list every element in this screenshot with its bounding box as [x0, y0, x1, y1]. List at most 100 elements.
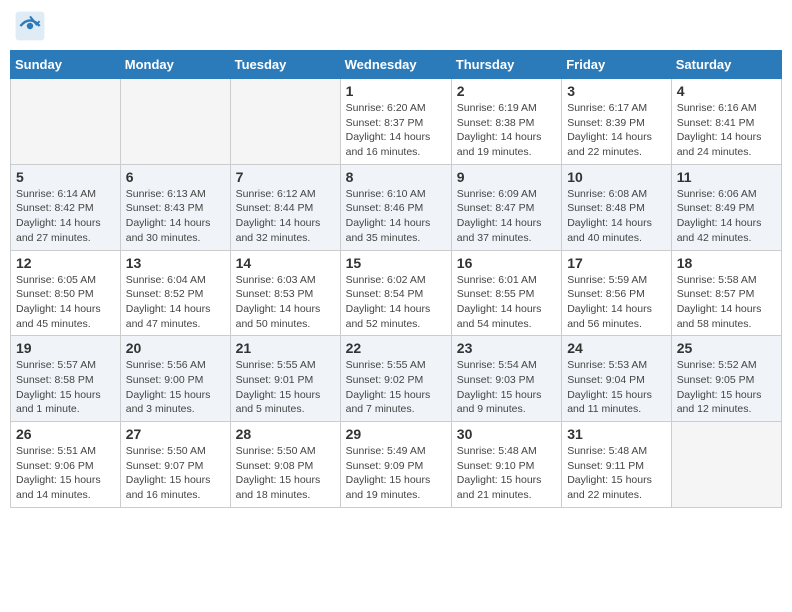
day-info: Sunrise: 5:50 AM Sunset: 9:08 PM Dayligh…: [236, 444, 335, 503]
calendar-week-row: 5 Sunrise: 6:14 AM Sunset: 8:42 PM Daylig…: [11, 164, 782, 250]
day-info: Sunrise: 5:48 AM Sunset: 9:11 PM Dayligh…: [567, 444, 666, 503]
calendar-cell: [11, 79, 121, 165]
calendar-cell: [230, 79, 340, 165]
calendar-cell: 25 Sunrise: 5:52 AM Sunset: 9:05 PM Dayli…: [671, 336, 781, 422]
day-number: 16: [457, 255, 556, 271]
header-tuesday: Tuesday: [230, 51, 340, 79]
calendar-cell: 18Sunrise: 5:58 AM Sunset: 8:57 PM Dayli…: [671, 250, 781, 336]
day-info: Sunrise: 6:17 AM Sunset: 8:39 PM Dayligh…: [567, 101, 666, 160]
day-info: Sunrise: 6:19 AM Sunset: 8:38 PM Dayligh…: [457, 101, 556, 160]
calendar-cell: 3Sunrise: 6:17 AM Sunset: 8:39 PM Daylig…: [562, 79, 672, 165]
day-number: 20: [126, 340, 225, 356]
day-number: 5: [16, 169, 115, 185]
header: [10, 10, 782, 42]
calendar-cell: [671, 422, 781, 508]
day-number: 4: [677, 83, 776, 99]
calendar-cell: 8 Sunrise: 6:10 AM Sunset: 8:46 PM Daylig…: [340, 164, 451, 250]
day-number: 9: [457, 169, 556, 185]
calendar-cell: 20 Sunrise: 5:56 AM Sunset: 9:00 PM Dayli…: [120, 336, 230, 422]
day-info: Sunrise: 6:03 AM Sunset: 8:53 PM Dayligh…: [236, 273, 335, 332]
day-number: 30: [457, 426, 556, 442]
day-number: 14: [236, 255, 335, 271]
day-info: Sunrise: 5:53 AM Sunset: 9:04 PM Dayligh…: [567, 358, 666, 417]
day-number: 11: [677, 169, 776, 185]
day-number: 13: [126, 255, 225, 271]
calendar-cell: 22 Sunrise: 5:55 AM Sunset: 9:02 PM Dayli…: [340, 336, 451, 422]
calendar-cell: 2 Sunrise: 6:19 AM Sunset: 8:38 PM Daylig…: [451, 79, 561, 165]
day-info: Sunrise: 6:02 AM Sunset: 8:54 PM Dayligh…: [346, 273, 446, 332]
logo: [14, 10, 48, 42]
day-info: Sunrise: 5:55 AM Sunset: 9:01 PM Dayligh…: [236, 358, 335, 417]
calendar-cell: 28Sunrise: 5:50 AM Sunset: 9:08 PM Dayli…: [230, 422, 340, 508]
calendar-cell: 1 Sunrise: 6:20 AM Sunset: 8:37 PM Daylig…: [340, 79, 451, 165]
day-info: Sunrise: 5:51 AM Sunset: 9:06 PM Dayligh…: [16, 444, 115, 503]
calendar-cell: 31 Sunrise: 5:48 AM Sunset: 9:11 PM Dayli…: [562, 422, 672, 508]
calendar-cell: 12 Sunrise: 6:05 AM Sunset: 8:50 PM Dayli…: [11, 250, 121, 336]
header-thursday: Thursday: [451, 51, 561, 79]
day-number: 10: [567, 169, 666, 185]
day-number: 7: [236, 169, 335, 185]
calendar-cell: 7 Sunrise: 6:12 AM Sunset: 8:44 PM Daylig…: [230, 164, 340, 250]
calendar-cell: [120, 79, 230, 165]
day-number: 1: [346, 83, 446, 99]
day-number: 23: [457, 340, 556, 356]
calendar-cell: 15Sunrise: 6:02 AM Sunset: 8:54 PM Dayli…: [340, 250, 451, 336]
calendar-week-row: 12 Sunrise: 6:05 AM Sunset: 8:50 PM Dayli…: [11, 250, 782, 336]
calendar-week-row: 26Sunrise: 5:51 AM Sunset: 9:06 PM Dayli…: [11, 422, 782, 508]
calendar-cell: 24 Sunrise: 5:53 AM Sunset: 9:04 PM Dayli…: [562, 336, 672, 422]
day-info: Sunrise: 6:09 AM Sunset: 8:47 PM Dayligh…: [457, 187, 556, 246]
logo-icon: [14, 10, 46, 42]
calendar-cell: 30Sunrise: 5:48 AM Sunset: 9:10 PM Dayli…: [451, 422, 561, 508]
calendar-cell: 27 Sunrise: 5:50 AM Sunset: 9:07 PM Dayli…: [120, 422, 230, 508]
day-number: 22: [346, 340, 446, 356]
header-wednesday: Wednesday: [340, 51, 451, 79]
day-number: 18: [677, 255, 776, 271]
day-info: Sunrise: 6:20 AM Sunset: 8:37 PM Dayligh…: [346, 101, 446, 160]
day-number: 12: [16, 255, 115, 271]
calendar-cell: 4 Sunrise: 6:16 AM Sunset: 8:41 PM Daylig…: [671, 79, 781, 165]
day-info: Sunrise: 6:06 AM Sunset: 8:49 PM Dayligh…: [677, 187, 776, 246]
day-number: 29: [346, 426, 446, 442]
calendar-cell: 16 Sunrise: 6:01 AM Sunset: 8:55 PM Dayli…: [451, 250, 561, 336]
day-number: 2: [457, 83, 556, 99]
calendar-cell: 5 Sunrise: 6:14 AM Sunset: 8:42 PM Daylig…: [11, 164, 121, 250]
day-info: Sunrise: 6:12 AM Sunset: 8:44 PM Dayligh…: [236, 187, 335, 246]
day-info: Sunrise: 5:56 AM Sunset: 9:00 PM Dayligh…: [126, 358, 225, 417]
day-info: Sunrise: 5:50 AM Sunset: 9:07 PM Dayligh…: [126, 444, 225, 503]
day-number: 25: [677, 340, 776, 356]
calendar-cell: 29 Sunrise: 5:49 AM Sunset: 9:09 PM Dayli…: [340, 422, 451, 508]
day-number: 24: [567, 340, 666, 356]
calendar: SundayMondayTuesdayWednesdayThursdayFrid…: [10, 50, 782, 508]
day-info: Sunrise: 5:54 AM Sunset: 9:03 PM Dayligh…: [457, 358, 556, 417]
calendar-cell: 21 Sunrise: 5:55 AM Sunset: 9:01 PM Dayli…: [230, 336, 340, 422]
day-info: Sunrise: 6:01 AM Sunset: 8:55 PM Dayligh…: [457, 273, 556, 332]
calendar-cell: 26Sunrise: 5:51 AM Sunset: 9:06 PM Dayli…: [11, 422, 121, 508]
calendar-week-row: 19 Sunrise: 5:57 AM Sunset: 8:58 PM Dayli…: [11, 336, 782, 422]
day-number: 17: [567, 255, 666, 271]
header-saturday: Saturday: [671, 51, 781, 79]
calendar-cell: 17 Sunrise: 5:59 AM Sunset: 8:56 PM Dayli…: [562, 250, 672, 336]
calendar-cell: 6Sunrise: 6:13 AM Sunset: 8:43 PM Daylig…: [120, 164, 230, 250]
day-info: Sunrise: 6:14 AM Sunset: 8:42 PM Dayligh…: [16, 187, 115, 246]
day-info: Sunrise: 6:16 AM Sunset: 8:41 PM Dayligh…: [677, 101, 776, 160]
calendar-cell: 11 Sunrise: 6:06 AM Sunset: 8:49 PM Dayli…: [671, 164, 781, 250]
day-number: 8: [346, 169, 446, 185]
day-info: Sunrise: 6:05 AM Sunset: 8:50 PM Dayligh…: [16, 273, 115, 332]
day-info: Sunrise: 5:59 AM Sunset: 8:56 PM Dayligh…: [567, 273, 666, 332]
day-info: Sunrise: 6:10 AM Sunset: 8:46 PM Dayligh…: [346, 187, 446, 246]
day-info: Sunrise: 5:55 AM Sunset: 9:02 PM Dayligh…: [346, 358, 446, 417]
calendar-cell: 23 Sunrise: 5:54 AM Sunset: 9:03 PM Dayli…: [451, 336, 561, 422]
header-friday: Friday: [562, 51, 672, 79]
calendar-cell: 14 Sunrise: 6:03 AM Sunset: 8:53 PM Dayli…: [230, 250, 340, 336]
day-number: 21: [236, 340, 335, 356]
day-info: Sunrise: 5:52 AM Sunset: 9:05 PM Dayligh…: [677, 358, 776, 417]
day-number: 27: [126, 426, 225, 442]
day-info: Sunrise: 5:49 AM Sunset: 9:09 PM Dayligh…: [346, 444, 446, 503]
day-info: Sunrise: 5:57 AM Sunset: 8:58 PM Dayligh…: [16, 358, 115, 417]
day-number: 19: [16, 340, 115, 356]
calendar-header-row: SundayMondayTuesdayWednesdayThursdayFrid…: [11, 51, 782, 79]
day-number: 6: [126, 169, 225, 185]
day-info: Sunrise: 6:08 AM Sunset: 8:48 PM Dayligh…: [567, 187, 666, 246]
day-number: 31: [567, 426, 666, 442]
calendar-cell: 19 Sunrise: 5:57 AM Sunset: 8:58 PM Dayli…: [11, 336, 121, 422]
